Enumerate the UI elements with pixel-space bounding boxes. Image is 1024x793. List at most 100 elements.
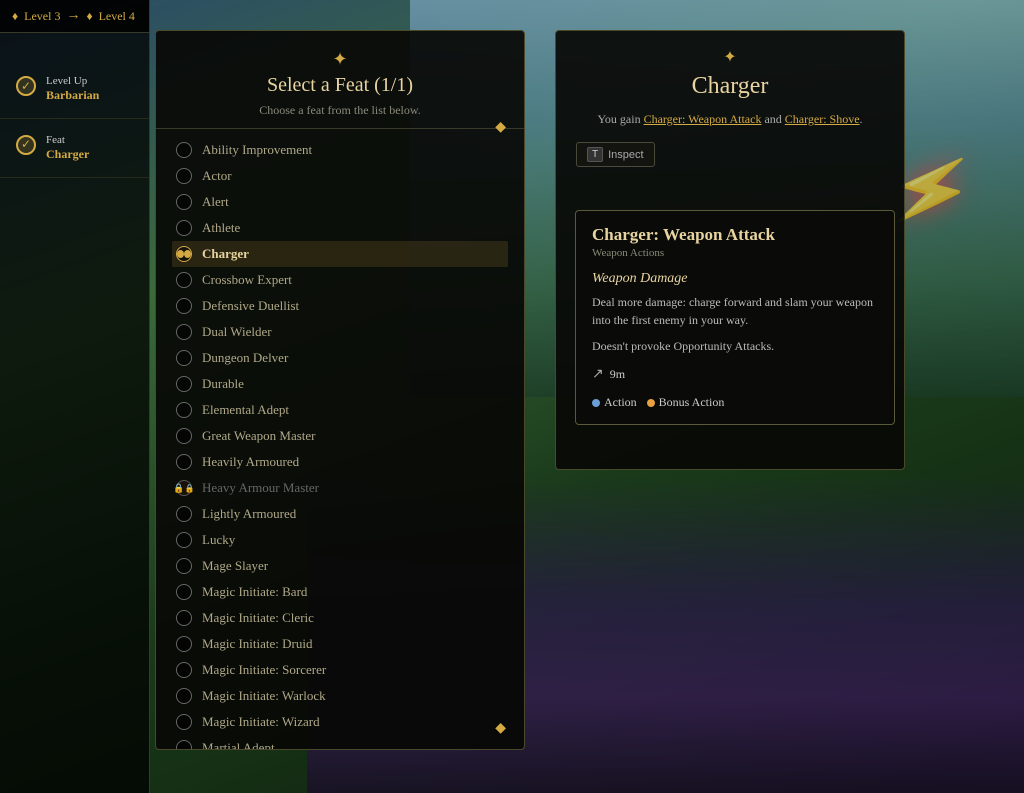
feat-item-dungeon-delver[interactable]: Dungeon Delver — [172, 345, 508, 371]
feat-name-crossbow-expert: Crossbow Expert — [202, 272, 292, 288]
detail-title: Charger — [576, 73, 884, 100]
feat-item-actor[interactable]: Actor — [172, 163, 508, 189]
tooltip-note: Doesn't provoke Opportunity Attacks. — [592, 339, 878, 354]
scroll-indicator-top: ◆ — [495, 119, 506, 136]
feat-radio-crossbow-expert — [176, 272, 192, 288]
feat-name-magic-initiate-bard: Magic Initiate: Bard — [202, 584, 307, 600]
feat-item-charger[interactable]: Charger — [172, 241, 508, 267]
level-indicator: ♦ Level 3 → ♦ Level 4 — [0, 0, 149, 33]
feat-name-martial-adept: Martial Adept — [202, 740, 275, 750]
feat-item-magic-initiate-cleric[interactable]: Magic Initiate: Cleric — [172, 605, 508, 631]
tooltip-body: Deal more damage: charge forward and sla… — [592, 293, 878, 329]
link-shove[interactable]: Charger: Shove — [785, 112, 860, 126]
tooltip-range: ↗ 9m — [592, 366, 878, 383]
feat-name-elemental-adept: Elemental Adept — [202, 402, 289, 418]
tag-action-dot — [592, 399, 600, 407]
level-from-icon: ♦ — [12, 9, 18, 24]
sidebar-label-feat: Feat Charger — [46, 133, 89, 163]
feat-radio-actor — [176, 168, 192, 184]
level-arrow: → — [66, 8, 80, 24]
feat-item-magic-initiate-sorcerer[interactable]: Magic Initiate: Sorcerer — [172, 657, 508, 683]
feat-selection-panel: ✦ Select a Feat (1/1) Choose a feat from… — [155, 30, 525, 750]
feat-item-heavy-armour-master[interactable]: 🔒 Heavy Armour Master — [172, 475, 508, 501]
feat-radio-great-weapon-master — [176, 428, 192, 444]
feat-name-actor: Actor — [202, 168, 232, 184]
feat-name-dungeon-delver: Dungeon Delver — [202, 350, 288, 366]
feat-panel-title: Select a Feat (1/1) — [176, 74, 504, 97]
inspect-key: T — [587, 147, 603, 162]
feat-item-defensive-duellist[interactable]: Defensive Duellist — [172, 293, 508, 319]
feat-name-mage-slayer: Mage Slayer — [202, 558, 268, 574]
feat-radio-ability-improvement — [176, 142, 192, 158]
link-weapon-attack[interactable]: Charger: Weapon Attack — [644, 112, 762, 126]
feat-radio-martial-adept — [176, 740, 192, 750]
detail-ornament: ✦ — [576, 47, 884, 67]
feat-item-martial-adept[interactable]: Martial Adept — [172, 735, 508, 750]
feat-radio-charger — [176, 246, 192, 262]
range-icon: ↗ — [592, 366, 604, 383]
feat-name-heavy-armour-master: Heavy Armour Master — [202, 480, 319, 496]
feat-radio-magic-initiate-druid — [176, 636, 192, 652]
tag-action-label: Action — [604, 395, 637, 410]
feat-radio-defensive-duellist — [176, 298, 192, 314]
feat-radio-alert — [176, 194, 192, 210]
tooltip-tags: Action Bonus Action — [592, 395, 878, 410]
feat-item-dual-wielder[interactable]: Dual Wielder — [172, 319, 508, 345]
feat-radio-magic-initiate-wizard — [176, 714, 192, 730]
feat-item-lightly-armoured[interactable]: Lightly Armoured — [172, 501, 508, 527]
tag-bonus-action-label: Bonus Action — [659, 395, 725, 410]
sidebar-checkmark-feat — [16, 135, 36, 155]
tooltip-title: Charger: Weapon Attack — [592, 225, 878, 245]
feat-item-mage-slayer[interactable]: Mage Slayer — [172, 553, 508, 579]
feat-item-ability-improvement[interactable]: Ability Improvement — [172, 137, 508, 163]
sidebar-item-level-up[interactable]: Level Up Barbarian — [0, 60, 149, 119]
feat-name-magic-initiate-druid: Magic Initiate: Druid — [202, 636, 312, 652]
feat-radio-athlete — [176, 220, 192, 236]
feat-item-lucky[interactable]: Lucky — [172, 527, 508, 553]
feat-radio-elemental-adept — [176, 402, 192, 418]
feat-item-magic-initiate-warlock[interactable]: Magic Initiate: Warlock — [172, 683, 508, 709]
feat-name-magic-initiate-cleric: Magic Initiate: Cleric — [202, 610, 314, 626]
inspect-label: Inspect — [608, 149, 643, 161]
feat-item-durable[interactable]: Durable — [172, 371, 508, 397]
sidebar-checkmark-level-up — [16, 76, 36, 96]
tag-bonus-action-dot — [647, 399, 655, 407]
level-to: Level 4 — [99, 9, 135, 24]
feat-radio-magic-initiate-warlock — [176, 688, 192, 704]
feat-name-magic-initiate-wizard: Magic Initiate: Wizard — [202, 714, 320, 730]
panel-ornament: ✦ — [176, 49, 504, 70]
feat-name-lightly-armoured: Lightly Armoured — [202, 506, 296, 522]
feat-panel-header: ✦ Select a Feat (1/1) Choose a feat from… — [156, 31, 524, 129]
feat-radio-heavily-armoured — [176, 454, 192, 470]
feat-list[interactable]: Ability Improvement Actor Alert AthleteChar… — [156, 129, 524, 750]
feat-radio-dungeon-delver — [176, 350, 192, 366]
feat-name-lucky: Lucky — [202, 532, 235, 548]
feat-item-crossbow-expert[interactable]: Crossbow Expert — [172, 267, 508, 293]
feat-item-elemental-adept[interactable]: Elemental Adept — [172, 397, 508, 423]
feat-item-alert[interactable]: Alert — [172, 189, 508, 215]
feat-item-magic-initiate-druid[interactable]: Magic Initiate: Druid — [172, 631, 508, 657]
feat-item-athlete[interactable]: Athlete — [172, 215, 508, 241]
feat-item-heavily-armoured[interactable]: Heavily Armoured — [172, 449, 508, 475]
feat-name-ability-improvement: Ability Improvement — [202, 142, 312, 158]
inspect-button[interactable]: T Inspect — [576, 142, 655, 167]
feat-item-magic-initiate-wizard[interactable]: Magic Initiate: Wizard — [172, 709, 508, 735]
feat-item-magic-initiate-bard[interactable]: Magic Initiate: Bard — [172, 579, 508, 605]
range-value: 9m — [610, 367, 625, 382]
feat-item-great-weapon-master[interactable]: Great Weapon Master — [172, 423, 508, 449]
feat-radio-mage-slayer — [176, 558, 192, 574]
tooltip-section-title: Weapon Damage — [592, 271, 878, 287]
feat-radio-heavy-armour-master: 🔒 — [176, 480, 192, 496]
feat-name-heavily-armoured: Heavily Armoured — [202, 454, 299, 470]
feat-name-alert: Alert — [202, 194, 229, 210]
scroll-indicator-bottom: ◆ — [495, 720, 506, 737]
feat-radio-dual-wielder — [176, 324, 192, 340]
feat-name-dual-wielder: Dual Wielder — [202, 324, 272, 340]
detail-description: You gain Charger: Weapon Attack and Char… — [576, 110, 884, 128]
feat-name-magic-initiate-warlock: Magic Initiate: Warlock — [202, 688, 326, 704]
sidebar-item-feat[interactable]: Feat Charger — [0, 119, 149, 178]
feat-panel-subtitle: Choose a feat from the list below. — [176, 103, 504, 118]
level-to-icon: ♦ — [86, 9, 92, 24]
tag-action: Action — [592, 395, 637, 410]
feat-radio-magic-initiate-bard — [176, 584, 192, 600]
